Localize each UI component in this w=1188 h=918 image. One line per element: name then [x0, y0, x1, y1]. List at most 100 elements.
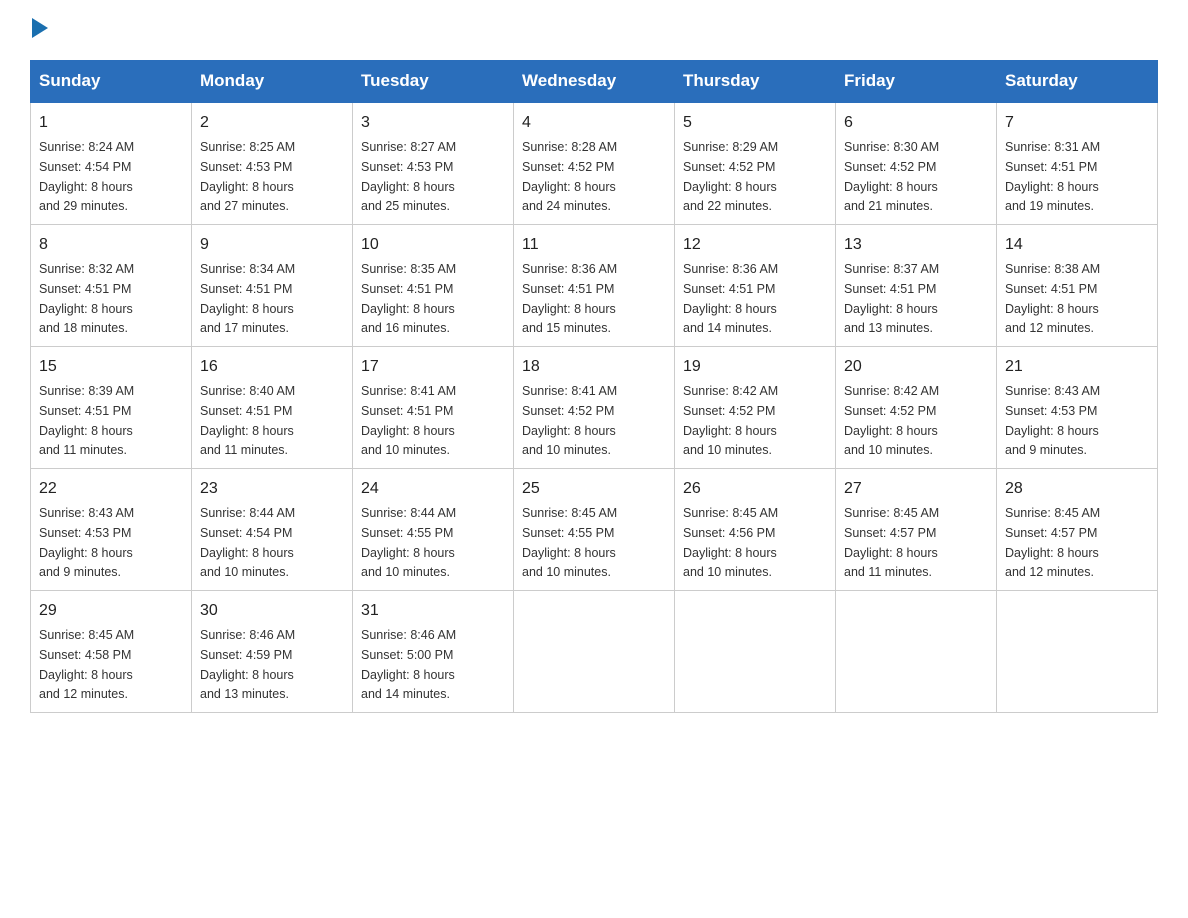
day-number: 27	[844, 477, 988, 501]
calendar-cell: 22Sunrise: 8:43 AMSunset: 4:53 PMDayligh…	[31, 469, 192, 591]
day-info: Sunrise: 8:46 AMSunset: 4:59 PMDaylight:…	[200, 628, 295, 701]
day-info: Sunrise: 8:45 AMSunset: 4:56 PMDaylight:…	[683, 506, 778, 579]
day-info: Sunrise: 8:43 AMSunset: 4:53 PMDaylight:…	[1005, 384, 1100, 457]
calendar-cell: 19Sunrise: 8:42 AMSunset: 4:52 PMDayligh…	[675, 347, 836, 469]
day-number: 3	[361, 111, 505, 135]
day-info: Sunrise: 8:41 AMSunset: 4:52 PMDaylight:…	[522, 384, 617, 457]
day-info: Sunrise: 8:32 AMSunset: 4:51 PMDaylight:…	[39, 262, 134, 335]
day-info: Sunrise: 8:24 AMSunset: 4:54 PMDaylight:…	[39, 140, 134, 213]
day-number: 6	[844, 111, 988, 135]
day-number: 29	[39, 599, 183, 623]
calendar-cell: 6 Sunrise: 8:30 AMSunset: 4:52 PMDaylight…	[836, 102, 997, 225]
day-number: 24	[361, 477, 505, 501]
day-info: Sunrise: 8:34 AMSunset: 4:51 PMDaylight:…	[200, 262, 295, 335]
day-number: 18	[522, 355, 666, 379]
day-info: Sunrise: 8:40 AMSunset: 4:51 PMDaylight:…	[200, 384, 295, 457]
header-thursday: Thursday	[675, 61, 836, 103]
day-number: 31	[361, 599, 505, 623]
header-tuesday: Tuesday	[353, 61, 514, 103]
header-sunday: Sunday	[31, 61, 192, 103]
calendar-cell	[997, 591, 1158, 713]
calendar-week-row: 22Sunrise: 8:43 AMSunset: 4:53 PMDayligh…	[31, 469, 1158, 591]
day-info: Sunrise: 8:45 AMSunset: 4:57 PMDaylight:…	[1005, 506, 1100, 579]
calendar-cell: 4 Sunrise: 8:28 AMSunset: 4:52 PMDaylight…	[514, 102, 675, 225]
day-info: Sunrise: 8:44 AMSunset: 4:54 PMDaylight:…	[200, 506, 295, 579]
day-info: Sunrise: 8:36 AMSunset: 4:51 PMDaylight:…	[683, 262, 778, 335]
calendar-cell: 27 Sunrise: 8:45 AMSunset: 4:57 PMDayligh…	[836, 469, 997, 591]
day-info: Sunrise: 8:35 AMSunset: 4:51 PMDaylight:…	[361, 262, 456, 335]
day-number: 20	[844, 355, 988, 379]
day-info: Sunrise: 8:25 AMSunset: 4:53 PMDaylight:…	[200, 140, 295, 213]
day-number: 25	[522, 477, 666, 501]
day-info: Sunrise: 8:46 AMSunset: 5:00 PMDaylight:…	[361, 628, 456, 701]
calendar-cell: 12 Sunrise: 8:36 AMSunset: 4:51 PMDayligh…	[675, 225, 836, 347]
day-info: Sunrise: 8:41 AMSunset: 4:51 PMDaylight:…	[361, 384, 456, 457]
day-info: Sunrise: 8:42 AMSunset: 4:52 PMDaylight:…	[844, 384, 939, 457]
day-info: Sunrise: 8:45 AMSunset: 4:57 PMDaylight:…	[844, 506, 939, 579]
calendar-cell: 16 Sunrise: 8:40 AMSunset: 4:51 PMDayligh…	[192, 347, 353, 469]
day-number: 15	[39, 355, 183, 379]
calendar-cell	[514, 591, 675, 713]
day-number: 2	[200, 111, 344, 135]
calendar-cell: 24Sunrise: 8:44 AMSunset: 4:55 PMDayligh…	[353, 469, 514, 591]
day-info: Sunrise: 8:42 AMSunset: 4:52 PMDaylight:…	[683, 384, 778, 457]
calendar-cell: 2 Sunrise: 8:25 AMSunset: 4:53 PMDaylight…	[192, 102, 353, 225]
calendar-cell: 21 Sunrise: 8:43 AMSunset: 4:53 PMDayligh…	[997, 347, 1158, 469]
day-info: Sunrise: 8:37 AMSunset: 4:51 PMDaylight:…	[844, 262, 939, 335]
calendar-cell: 25 Sunrise: 8:45 AMSunset: 4:55 PMDayligh…	[514, 469, 675, 591]
calendar-cell: 1 Sunrise: 8:24 AMSunset: 4:54 PMDaylight…	[31, 102, 192, 225]
day-number: 16	[200, 355, 344, 379]
calendar-cell: 7Sunrise: 8:31 AMSunset: 4:51 PMDaylight…	[997, 102, 1158, 225]
day-number: 13	[844, 233, 988, 257]
calendar-cell: 28Sunrise: 8:45 AMSunset: 4:57 PMDayligh…	[997, 469, 1158, 591]
calendar-week-row: 29Sunrise: 8:45 AMSunset: 4:58 PMDayligh…	[31, 591, 1158, 713]
calendar-cell: 29Sunrise: 8:45 AMSunset: 4:58 PMDayligh…	[31, 591, 192, 713]
day-info: Sunrise: 8:28 AMSunset: 4:52 PMDaylight:…	[522, 140, 617, 213]
calendar-table: SundayMondayTuesdayWednesdayThursdayFrid…	[30, 60, 1158, 713]
day-info: Sunrise: 8:38 AMSunset: 4:51 PMDaylight:…	[1005, 262, 1100, 335]
calendar-cell: 11 Sunrise: 8:36 AMSunset: 4:51 PMDayligh…	[514, 225, 675, 347]
day-info: Sunrise: 8:39 AMSunset: 4:51 PMDaylight:…	[39, 384, 134, 457]
calendar-week-row: 8 Sunrise: 8:32 AMSunset: 4:51 PMDaylight…	[31, 225, 1158, 347]
calendar-cell: 8 Sunrise: 8:32 AMSunset: 4:51 PMDaylight…	[31, 225, 192, 347]
logo-triangle-icon	[32, 18, 48, 38]
calendar-cell: 26Sunrise: 8:45 AMSunset: 4:56 PMDayligh…	[675, 469, 836, 591]
header-wednesday: Wednesday	[514, 61, 675, 103]
calendar-header-row: SundayMondayTuesdayWednesdayThursdayFrid…	[31, 61, 1158, 103]
logo	[30, 20, 48, 40]
calendar-cell: 5 Sunrise: 8:29 AMSunset: 4:52 PMDaylight…	[675, 102, 836, 225]
day-number: 9	[200, 233, 344, 257]
day-number: 22	[39, 477, 183, 501]
day-info: Sunrise: 8:36 AMSunset: 4:51 PMDaylight:…	[522, 262, 617, 335]
day-number: 10	[361, 233, 505, 257]
day-number: 7	[1005, 111, 1149, 135]
calendar-cell: 14 Sunrise: 8:38 AMSunset: 4:51 PMDayligh…	[997, 225, 1158, 347]
day-info: Sunrise: 8:29 AMSunset: 4:52 PMDaylight:…	[683, 140, 778, 213]
calendar-cell	[836, 591, 997, 713]
calendar-cell: 17 Sunrise: 8:41 AMSunset: 4:51 PMDayligh…	[353, 347, 514, 469]
day-number: 23	[200, 477, 344, 501]
day-number: 5	[683, 111, 827, 135]
day-number: 21	[1005, 355, 1149, 379]
calendar-cell: 20 Sunrise: 8:42 AMSunset: 4:52 PMDayligh…	[836, 347, 997, 469]
day-number: 11	[522, 233, 666, 257]
day-number: 4	[522, 111, 666, 135]
day-number: 17	[361, 355, 505, 379]
calendar-cell: 30 Sunrise: 8:46 AMSunset: 4:59 PMDayligh…	[192, 591, 353, 713]
day-number: 14	[1005, 233, 1149, 257]
header-monday: Monday	[192, 61, 353, 103]
day-number: 1	[39, 111, 183, 135]
calendar-cell: 13 Sunrise: 8:37 AMSunset: 4:51 PMDayligh…	[836, 225, 997, 347]
calendar-cell: 10 Sunrise: 8:35 AMSunset: 4:51 PMDayligh…	[353, 225, 514, 347]
day-number: 8	[39, 233, 183, 257]
header-friday: Friday	[836, 61, 997, 103]
day-info: Sunrise: 8:45 AMSunset: 4:55 PMDaylight:…	[522, 506, 617, 579]
day-info: Sunrise: 8:27 AMSunset: 4:53 PMDaylight:…	[361, 140, 456, 213]
calendar-cell: 15 Sunrise: 8:39 AMSunset: 4:51 PMDayligh…	[31, 347, 192, 469]
calendar-cell: 9 Sunrise: 8:34 AMSunset: 4:51 PMDaylight…	[192, 225, 353, 347]
calendar-week-row: 1 Sunrise: 8:24 AMSunset: 4:54 PMDaylight…	[31, 102, 1158, 225]
calendar-cell	[675, 591, 836, 713]
day-number: 30	[200, 599, 344, 623]
day-info: Sunrise: 8:30 AMSunset: 4:52 PMDaylight:…	[844, 140, 939, 213]
day-number: 12	[683, 233, 827, 257]
